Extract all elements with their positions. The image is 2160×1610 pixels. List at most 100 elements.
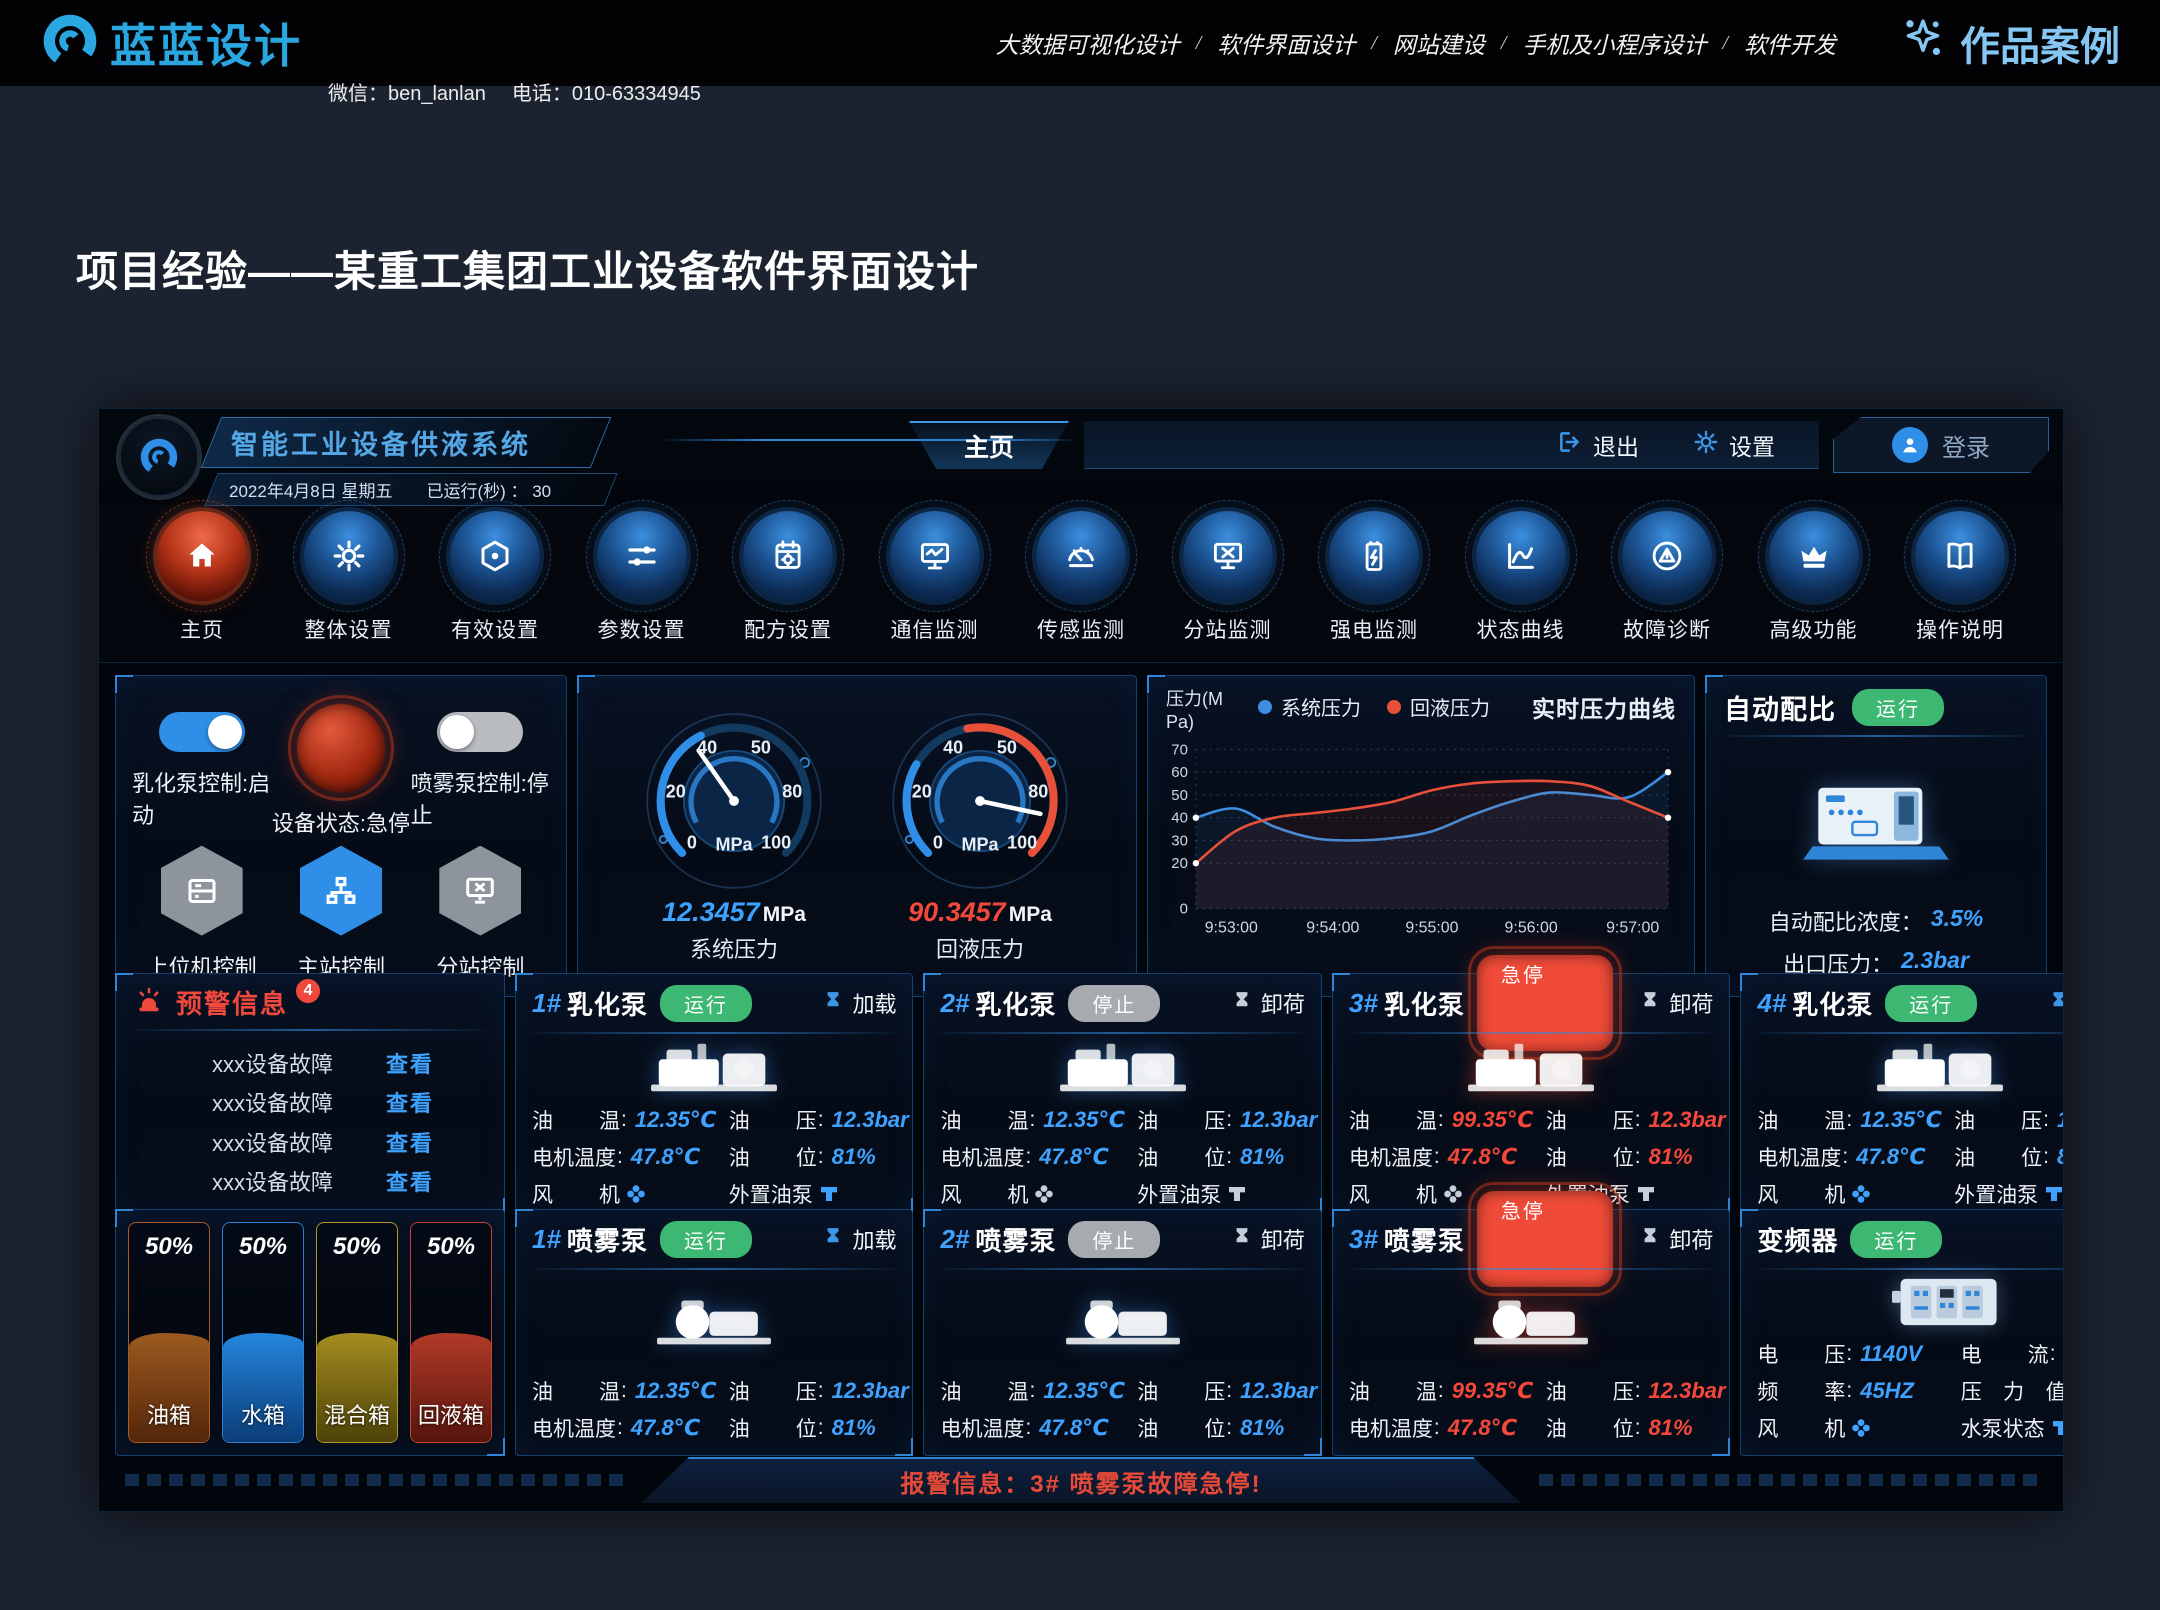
emergency-stop-button[interactable] (297, 704, 385, 792)
nav-item-recipe-settings[interactable]: 配方设置 (729, 511, 847, 662)
status-badge: 运行 (660, 985, 752, 1022)
nav-label: 强电监测 (1330, 614, 1418, 644)
pressure-chart-panel: 压力(MPa) 系统压力 回液压力 实时压力曲线 02030405060709:… (1147, 675, 1695, 997)
metric-label: 电流 (1961, 1339, 2049, 1369)
nav-item-global-settings[interactable]: 整体设置 (290, 511, 408, 662)
gauge-tick: 100 (761, 833, 791, 854)
metric-label: 电机温度 (1349, 1142, 1433, 1172)
auto-ratio-machine-image (1724, 739, 2028, 900)
pump-id: 3# (1349, 988, 1378, 1019)
view-link[interactable]: 查看 (386, 1086, 434, 1118)
gauge-tick: 20 (912, 782, 932, 803)
view-link[interactable]: 查看 (386, 1126, 434, 1158)
alert-row: xxx设备故障 查看 (134, 1126, 486, 1158)
cases-button[interactable]: 作品案例 (1900, 14, 2120, 72)
menu-item-bigdata[interactable]: 大数据可视化设计 (996, 26, 1180, 60)
tank-oil: 50% 油箱 (128, 1222, 210, 1443)
nav-item-power-monitor[interactable]: 强电监测 (1315, 511, 1433, 662)
metric-label: 油位 (729, 1413, 817, 1443)
pump-id: 1# (532, 1224, 561, 1255)
menu-item-dev[interactable]: 软件开发 (1744, 26, 1836, 60)
inverter-image (1757, 1272, 2064, 1332)
unload-button[interactable]: 卸荷 (1232, 987, 1305, 1019)
load-button[interactable]: 加载 (823, 1223, 896, 1255)
alert-panel: 预警信息 4 xxx设备故障 查看 xxx设备故障 查看 xxx设备故障 (115, 973, 505, 1216)
alert-text: xxx设备故障 (212, 1165, 333, 1197)
settings-button[interactable]: 设置 (1693, 428, 1775, 462)
status-badge: 运行 (660, 1221, 752, 1258)
menu-item-software-ui[interactable]: 软件界面设计 (1217, 26, 1355, 60)
unload-button[interactable]: 卸荷 (1232, 1223, 1305, 1255)
nav-item-parameter-settings[interactable]: 参数设置 (583, 511, 701, 662)
load-button[interactable]: 加载 (823, 987, 896, 1019)
metric-label: 油温 (940, 1376, 1028, 1406)
nav-item-valid-settings[interactable]: 有效设置 (436, 511, 554, 662)
nav-item-fault-diagnosis[interactable]: 故障诊断 (1608, 511, 1726, 662)
nav-item-manual[interactable]: 操作说明 (1901, 511, 2019, 662)
metric-label: 电机温度 (1349, 1413, 1433, 1443)
view-link[interactable]: 查看 (386, 1047, 434, 1079)
hourglass-icon (1232, 989, 1252, 1017)
site-logo-text: 蓝蓝设计 (110, 10, 302, 76)
nav-item-home[interactable]: 主页 (143, 511, 261, 662)
svg-text:9:53:00: 9:53:00 (1205, 920, 1258, 937)
nav-item-substation-monitor[interactable]: 分站监测 (1169, 511, 1287, 662)
pump-icon (1225, 1182, 1249, 1206)
dashboard-title-frame: 智能工业设备供液系统 (211, 417, 601, 468)
metric-label: 油温 (1757, 1105, 1845, 1135)
status-badge: 停止 (1068, 985, 1160, 1022)
oil-temp-value: 12.35℃ (1043, 1107, 1125, 1133)
menu-item-website[interactable]: 网站建设 (1393, 26, 1485, 60)
nav-label: 操作说明 (1916, 614, 2004, 644)
substation-button[interactable] (439, 846, 521, 936)
view-link[interactable]: 查看 (386, 1165, 434, 1197)
spray-pump-toggle[interactable] (437, 712, 523, 752)
fault-icon (1622, 511, 1712, 601)
action-label: 卸荷 (1669, 1223, 1713, 1255)
metric-label: 外置油泵 (729, 1179, 813, 1209)
unload-button[interactable]: 卸荷 (1640, 1223, 1713, 1255)
spray-pump-toggle-label: 喷雾泵控制:停止 (411, 766, 550, 830)
menu-item-mobile[interactable]: 手机及小程序设计 (1522, 26, 1706, 60)
hourglass-icon (823, 989, 843, 1017)
status-badge: 停止 (1068, 1221, 1160, 1258)
metric-label: 风机 (1349, 1179, 1437, 1209)
unload-button[interactable]: 卸荷 (1640, 987, 1713, 1019)
metric-label: 风机 (940, 1179, 1028, 1209)
svg-text:60: 60 (1171, 764, 1188, 781)
nav-label: 故障诊断 (1623, 614, 1711, 644)
nav-item-comm-monitor[interactable]: 通信监测 (876, 511, 994, 662)
oil-temp-value: 12.35℃ (635, 1107, 717, 1133)
dashboard-runtime: 已运行(秒) ： 30 (426, 477, 551, 502)
metric-label: 油压 (1137, 1105, 1225, 1135)
load-button[interactable]: 加载 (2049, 987, 2064, 1019)
alert-text: xxx设备故障 (212, 1086, 333, 1118)
tab-home[interactable]: 主页 (909, 421, 1069, 469)
logout-button[interactable]: 退出 (1557, 428, 1639, 462)
pump-id: 4# (1757, 988, 1786, 1019)
dashboard-title: 智能工业设备供液系统 (231, 430, 531, 460)
avatar-icon (1892, 427, 1928, 463)
svg-text:30: 30 (1171, 832, 1188, 849)
crown-icon (1769, 511, 1859, 601)
sensor-gauge-icon (1036, 511, 1126, 601)
emulsion-pump-toggle[interactable] (159, 712, 245, 752)
metric-label: 风机 (1757, 1179, 1845, 1209)
nav-item-advanced[interactable]: 高级功能 (1755, 511, 1873, 662)
nav-label: 参数设置 (598, 614, 686, 644)
logo-crescent-icon (40, 11, 100, 76)
dashboard-subtitle-frame: 2022年4月8日 星期五 已运行(秒) ： 30 (211, 473, 611, 506)
nav-item-status-curve[interactable]: 状态曲线 (1462, 511, 1580, 662)
metric-label: 压力值 (1961, 1376, 2064, 1406)
nav-label: 状态曲线 (1477, 614, 1565, 644)
topbar-actions: 退出 设置 (1084, 421, 1819, 469)
login-button[interactable]: 登录 (1833, 417, 2049, 473)
site-logo[interactable]: 蓝蓝设计 (40, 10, 302, 76)
unit-label: MPa (1009, 903, 1052, 926)
nav-item-sensor-monitor[interactable]: 传感监测 (1022, 511, 1140, 662)
main-station-button[interactable] (300, 846, 382, 936)
gear-icon (304, 511, 394, 601)
nav-label: 通信监测 (891, 614, 979, 644)
host-control-button[interactable] (161, 846, 243, 936)
book-icon (1915, 511, 2005, 601)
